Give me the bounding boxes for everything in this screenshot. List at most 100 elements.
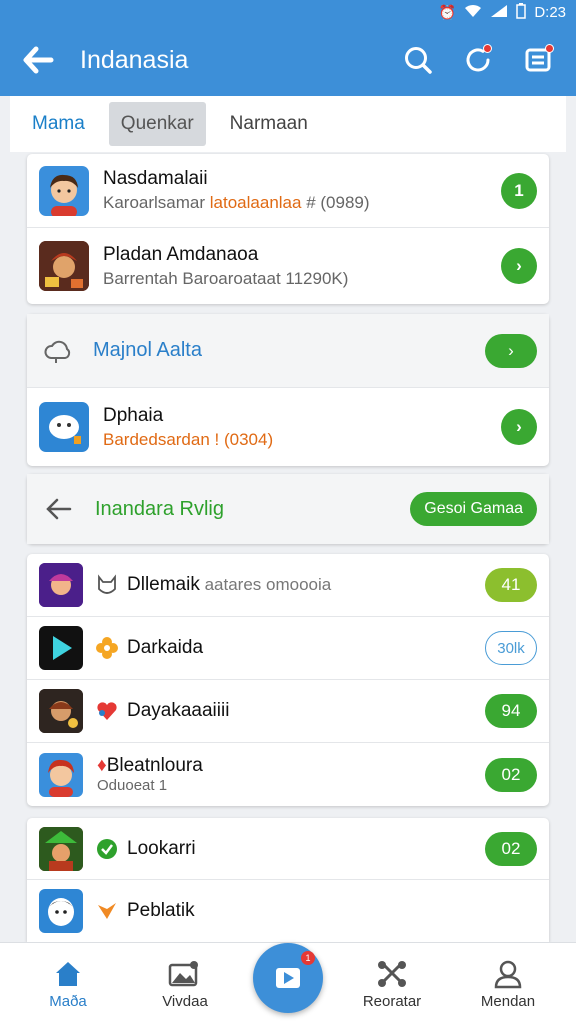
nav-label: Mendan (480, 992, 536, 1010)
list-item[interactable]: Darkaida 30lk (27, 617, 549, 680)
count-badge[interactable]: 94 (485, 694, 537, 728)
list-item-text: Lookarri (127, 838, 485, 860)
search-button[interactable] (396, 38, 440, 82)
list-item-title: ♦Bleatnloura (97, 755, 203, 776)
avatar (39, 752, 83, 797)
nav-label: Vivdaa (162, 992, 208, 1010)
home-icon (56, 961, 80, 986)
avatar (39, 689, 83, 733)
avatar (39, 165, 89, 216)
nav-label: Reoratar (362, 992, 422, 1010)
tab-bar: Mama Quenkar Narmaan (10, 96, 566, 152)
list-item-title: Pladan Amdanaoa (103, 243, 259, 265)
list-item[interactable]: Dphaia Bardedsardan ! (0304) › (27, 388, 549, 466)
count-badge[interactable]: 1 (501, 172, 537, 209)
list-item[interactable]: Nasdamalaii Karoarlsamar latoalaanlaa # … (27, 154, 549, 228)
nav-label: Maða (49, 992, 87, 1010)
heart-icon (95, 699, 119, 723)
list-item-title: Nasdamalaii (103, 168, 208, 189)
list-item[interactable]: ♦Bleatnloura Oduoeat 1 02 (27, 743, 549, 806)
count-badge[interactable]: 02 (485, 757, 537, 792)
count-badge[interactable]: 41 (485, 568, 537, 602)
list-item[interactable]: Lookarri 02 (27, 818, 549, 880)
diamond-icon: ♦ (97, 755, 107, 776)
nav-reorder[interactable]: Reoratar (342, 943, 442, 1024)
status-bar: ⏰ D:23 (0, 0, 576, 24)
play-icon (276, 968, 300, 988)
list-item-text: Dllemaik aatares omoooia (127, 574, 485, 596)
list-item-title: Peblatik (127, 900, 195, 921)
alarm-icon: ⏰ (438, 3, 457, 20)
menu-badge (545, 44, 554, 53)
section-header: Inandara Rvlig Gesoi Gamaa (27, 474, 549, 544)
tab-quenkar[interactable]: Quenkar (108, 102, 206, 146)
app-bar: Indanasia (0, 24, 576, 96)
refresh-badge (483, 44, 492, 53)
tab-mama[interactable]: Mama (20, 102, 97, 146)
card-section-3-header: Inandara Rvlig Gesoi Gamaa (27, 474, 549, 544)
tab-narmaan[interactable]: Narmaan (218, 102, 320, 146)
list-item-text: Darkaida (127, 637, 485, 659)
back-button[interactable] (16, 38, 60, 82)
status-time: D:23 (534, 3, 566, 21)
card-apps-1: Nasdamalaii Karoarlsamar latoalaanlaa # … (27, 154, 549, 304)
menu-button[interactable] (516, 38, 560, 82)
card-apps-4: Lookarri 02 Peblatik (27, 818, 549, 942)
list-item-title: Dllemaik aatares omoooia (127, 574, 332, 595)
list-item-text: Peblatik (127, 900, 537, 922)
avatar (39, 563, 83, 607)
list-item-text: Dayakaaaiiii (127, 700, 485, 722)
avatar (39, 241, 89, 291)
search-icon (405, 47, 432, 74)
card-apps-3: Dllemaik aatares omoooia 41 Darkaida 30l… (27, 554, 549, 806)
list-item-text: Pladan Amdanaoa Barrentah Baroaroataat 1… (103, 244, 501, 289)
list-item-title: Darkaida (127, 637, 204, 658)
section-title: Majnol Aalta (93, 339, 202, 361)
list-item-title: Dphaia (103, 404, 164, 426)
wifi-icon (464, 4, 482, 21)
photo-icon (168, 960, 198, 986)
section-action-button[interactable]: Gesoi Gamaa (410, 492, 537, 526)
chevron-right-button[interactable]: › (501, 409, 537, 445)
count-badge[interactable]: 30lk (485, 631, 537, 665)
list-item[interactable]: Pladan Amdanaoa Barrentah Baroaroataat 1… (27, 228, 549, 304)
list-item-subtitle: Oduoeat 1 (97, 777, 168, 794)
battery-icon (516, 2, 527, 22)
section-header[interactable]: Majnol Aalta › (27, 314, 549, 388)
nav-video[interactable]: Vivdaa (135, 943, 235, 1024)
list-item[interactable]: Dllemaik aatares omoooia 41 (27, 554, 549, 617)
list-item-title: Dayakaaaiiii (127, 700, 230, 721)
ribbon-icon (95, 899, 119, 923)
cloud-icon (44, 340, 71, 363)
chevron-right-button[interactable]: › (485, 333, 537, 368)
back-button[interactable] (43, 493, 75, 525)
nav-profile[interactable]: Mendan (458, 943, 558, 1024)
arrow-left-icon (46, 498, 72, 520)
signal-icon (490, 4, 508, 21)
list-item-subtitle: Bardedsardan ! (0304) (103, 429, 274, 449)
nav-home[interactable]: Maða (18, 943, 118, 1024)
refresh-button[interactable] (456, 38, 500, 82)
list-item[interactable]: Dayakaaaiiii 94 (27, 680, 549, 743)
list-item-title: Lookarri (127, 837, 196, 859)
card-section-2: Majnol Aalta › Dphaia Bardedsardan ! (03… (27, 314, 549, 466)
flower-icon (95, 636, 119, 660)
list-item[interactable]: Peblatik (27, 880, 549, 942)
count-badge[interactable]: 02 (485, 831, 537, 866)
list-item-subtitle: Barrentah Baroaroataat 11290K) (103, 268, 349, 288)
avatar (39, 889, 83, 933)
list-item-text: Dphaia Bardedsardan ! (0304) (103, 405, 501, 450)
back-arrow-icon (23, 46, 54, 74)
scissors-icon (378, 960, 406, 987)
center-action-button[interactable]: 1 (253, 943, 323, 1013)
section-title: Inandara Rvlig (95, 497, 224, 520)
avatar (39, 402, 89, 452)
person-icon (494, 960, 522, 988)
play-store-icon (39, 626, 83, 670)
shield-check-icon (95, 837, 119, 861)
page-title: Indanasia (80, 45, 189, 74)
chevron-right-button[interactable]: › (501, 248, 537, 284)
fab-badge: 1 (301, 951, 315, 965)
list-item-text: Nasdamalaii Karoarlsamar latoalaanlaa # … (103, 168, 501, 213)
avatar (39, 826, 83, 871)
